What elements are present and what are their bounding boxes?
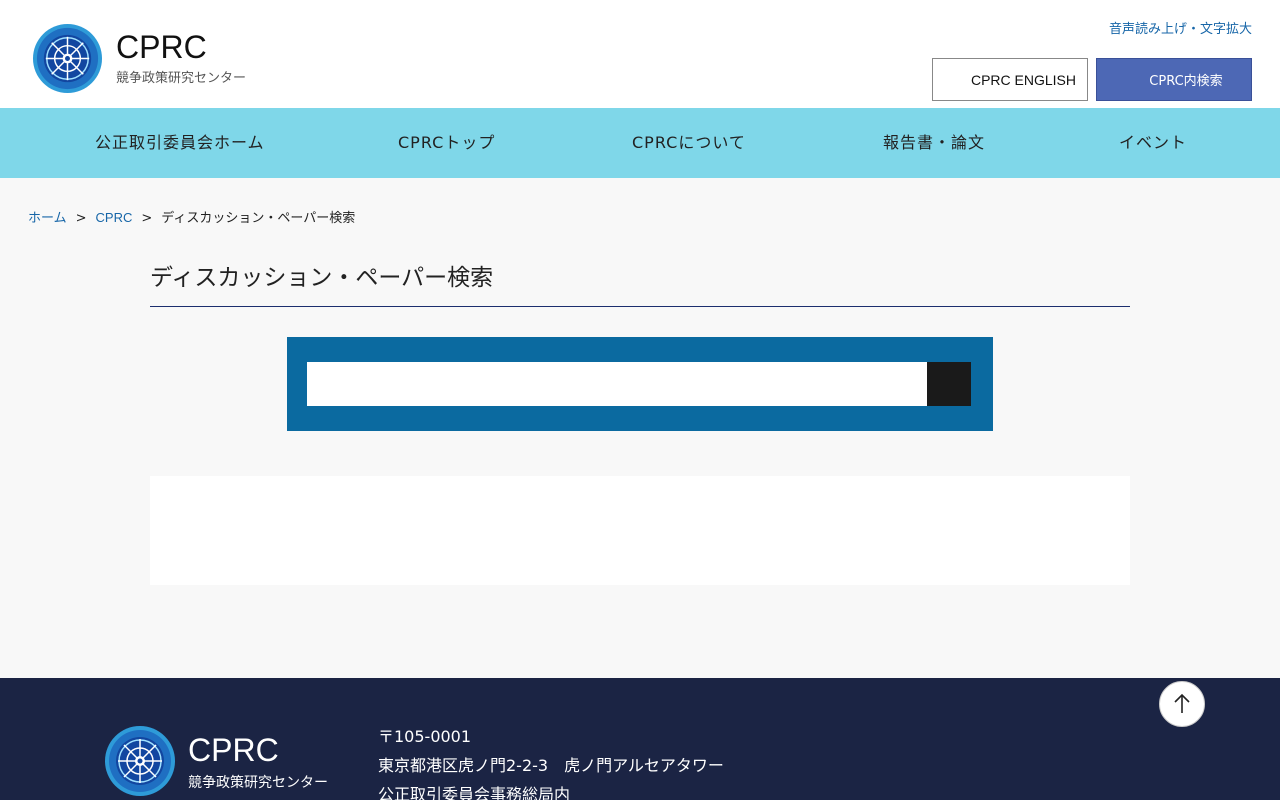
search-input[interactable] [307, 362, 927, 406]
site-subtitle: 競争政策研究センター [116, 71, 247, 86]
english-site-button[interactable]: CPRC ENGLISH [932, 58, 1088, 101]
search-panel [287, 337, 993, 431]
back-to-top-button[interactable] [1159, 681, 1205, 727]
breadcrumb-home[interactable]: ホーム [28, 210, 67, 225]
breadcrumb-separator: > [141, 211, 153, 226]
breadcrumb-current: ディスカッション・ペーパー検索 [161, 211, 356, 226]
cprc-emblem-icon[interactable] [32, 23, 103, 94]
nav-item-jftc-home[interactable]: 公正取引委員会ホーム [95, 108, 265, 178]
search-submit-button[interactable] [927, 362, 971, 406]
nav-item-events[interactable]: イベント [1119, 108, 1187, 178]
results-area [150, 476, 1130, 585]
breadcrumb: ホーム > CPRC > ディスカッション・ペーパー検索 [28, 208, 355, 229]
site-footer: CPRC 競争政策研究センター 〒105-0001 東京都港区虎ノ門2-2-3 … [0, 678, 1280, 800]
accessibility-link[interactable]: 音声読み上げ・文字拡大 [1109, 20, 1252, 40]
global-nav: 公正取引委員会ホーム CPRCトップ CPRCについて 報告書・論文 イベント [0, 108, 1280, 178]
breadcrumb-separator: > [75, 211, 87, 226]
site-search-button[interactable]: CPRC内検索 [1096, 58, 1252, 101]
cprc-emblem-icon[interactable] [104, 725, 176, 797]
nav-item-cprc-top[interactable]: CPRCトップ [398, 108, 495, 178]
footer-site-name[interactable]: CPRC [188, 730, 279, 770]
footer-postal-code: 〒105-0001 [378, 727, 472, 746]
nav-item-about[interactable]: CPRCについて [632, 108, 746, 178]
site-header: CPRC 競争政策研究センター 音声読み上げ・文字拡大 CPRC ENGLISH… [0, 0, 1280, 108]
footer-site-subtitle: 競争政策研究センター [188, 775, 328, 791]
footer-address: 東京都港区虎ノ門2-2-3 虎ノ門アルセアタワー [378, 756, 724, 775]
site-name[interactable]: CPRC [116, 27, 207, 67]
nav-item-reports[interactable]: 報告書・論文 [883, 108, 985, 178]
page-title: ディスカッション・ペーパー検索 [150, 262, 1130, 307]
breadcrumb-cprc[interactable]: CPRC [96, 210, 133, 225]
footer-office: 公正取引委員会事務総局内 [378, 785, 571, 800]
arrow-up-icon [1174, 693, 1190, 713]
